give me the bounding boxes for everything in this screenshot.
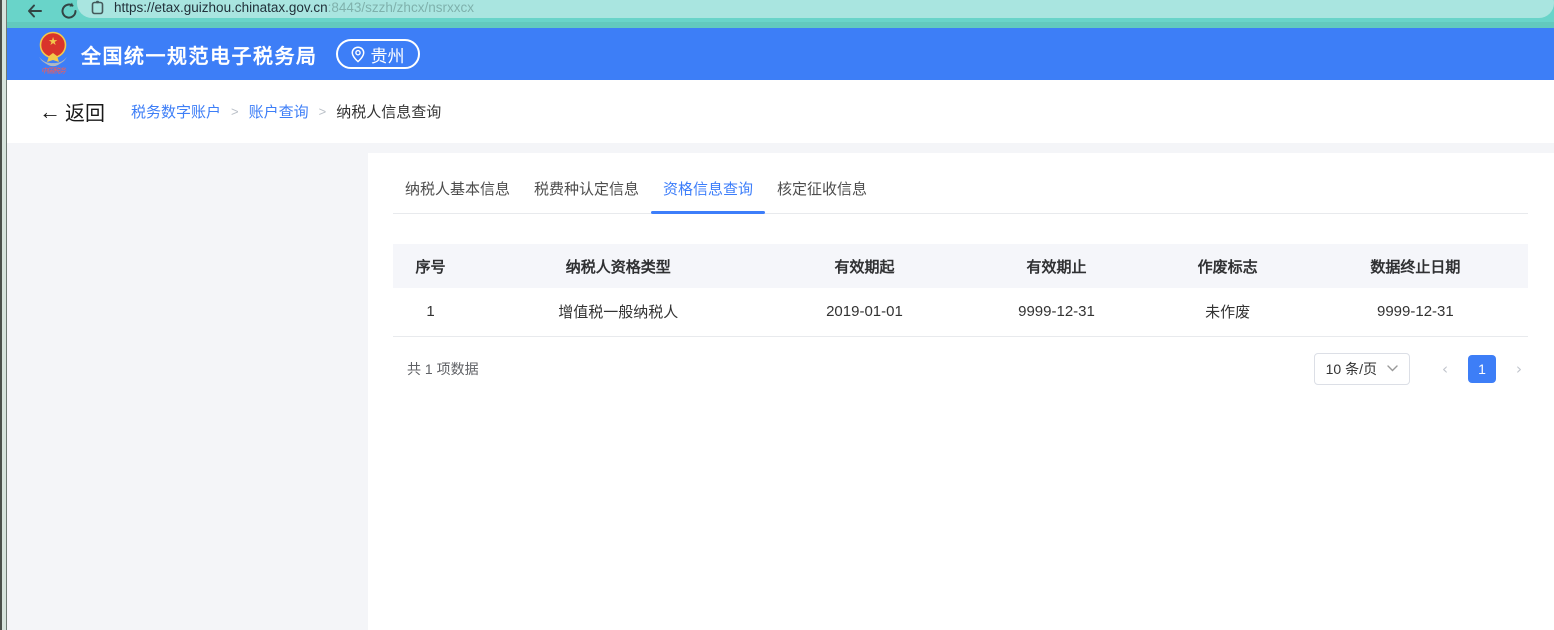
table-footer: 共 1 项数据 10 条/页 ‹ 1 › (393, 353, 1528, 385)
column-header-seq: 序号 (393, 244, 468, 288)
column-header-valid-to: 有效期止 (960, 244, 1152, 288)
cell-void-flag: 未作废 (1153, 288, 1303, 336)
url-domain: https://etax.guizhou.chinatax.gov.cn (114, 0, 328, 15)
column-header-data-end-date: 数据终止日期 (1303, 244, 1528, 288)
breadcrumb-item-digital-account[interactable]: 税务数字账户 (131, 101, 221, 122)
back-arrow-icon: ← (39, 101, 61, 123)
tab-tax-type-confirmation[interactable]: 税费种认定信息 (522, 167, 651, 213)
national-emblem-logo: ★ 中国税务 (35, 31, 71, 77)
cell-valid-from: 2019-01-01 (768, 288, 960, 336)
total-count-text: 共 1 项数据 (393, 359, 479, 379)
previous-page-button[interactable]: ‹ (1436, 360, 1454, 378)
site-title: 全国统一规范电子税务局 (81, 40, 318, 69)
tab-qualification-info[interactable]: 资格信息查询 (651, 167, 765, 213)
back-button[interactable]: ← 返回 (39, 97, 105, 126)
tab-bar: 纳税人基本信息 税费种认定信息 资格信息查询 核定征收信息 (393, 167, 1528, 214)
browser-toolbar: https://etax.guizhou.chinatax.gov.cn:844… (7, 0, 1554, 22)
tab-taxpayer-basic-info[interactable]: 纳税人基本信息 (393, 167, 522, 213)
table-row: 1 增值税一般纳税人 2019-01-01 9999-12-31 未作废 999… (393, 288, 1528, 336)
back-button-label: 返回 (65, 97, 105, 126)
chevron-right-icon: > (231, 104, 239, 119)
back-icon[interactable] (25, 1, 45, 21)
page-size-select[interactable]: 10 条/页 (1314, 353, 1410, 385)
qualification-table: 序号 纳税人资格类型 有效期起 有效期止 作废标志 数据终止日期 1 增值税一般… (393, 244, 1528, 337)
pagination: 10 条/页 ‹ 1 › (1314, 353, 1528, 385)
location-label: 贵州 (371, 42, 405, 67)
page-button-1[interactable]: 1 (1468, 355, 1496, 383)
location-selector[interactable]: 贵州 (336, 39, 420, 69)
address-bar[interactable]: https://etax.guizhou.chinatax.gov.cn:844… (77, 0, 1554, 18)
chevron-right-icon: > (319, 104, 327, 119)
location-pin-icon (351, 46, 365, 63)
logo-caption: 中国税务 (35, 66, 71, 76)
svg-text:★: ★ (48, 36, 58, 48)
site-header: ★ 中国税务 全国统一规范电子税务局 贵州 (7, 28, 1554, 80)
table-header-row: 序号 纳税人资格类型 有效期起 有效期止 作废标志 数据终止日期 (393, 244, 1528, 288)
cell-qualification-type: 增值税一般纳税人 (468, 288, 768, 336)
main-panel: 纳税人基本信息 税费种认定信息 资格信息查询 核定征收信息 序号 纳税人资格类型… (368, 153, 1554, 630)
content-area: 纳税人基本信息 税费种认定信息 资格信息查询 核定征收信息 序号 纳税人资格类型… (7, 143, 1554, 630)
url-path: :8443/szzh/zhcx/nsrxxcx (328, 0, 474, 15)
cell-seq: 1 (393, 288, 468, 336)
chevron-down-icon (1387, 365, 1398, 372)
next-page-button[interactable]: › (1510, 360, 1528, 378)
url-text: https://etax.guizhou.chinatax.gov.cn:844… (114, 0, 474, 15)
cell-data-end-date: 9999-12-31 (1303, 288, 1528, 336)
column-header-valid-from: 有效期起 (768, 244, 960, 288)
tab-assessed-collection-info[interactable]: 核定征收信息 (765, 167, 879, 213)
breadcrumb-item-account-query[interactable]: 账户查询 (249, 101, 309, 122)
page-size-value: 10 条/页 (1326, 359, 1377, 379)
cell-valid-to: 9999-12-31 (960, 288, 1152, 336)
breadcrumb: 税务数字账户 > 账户查询 > 纳税人信息查询 (131, 101, 441, 122)
window-left-edge (0, 0, 7, 630)
breadcrumb-item-current: 纳税人信息查询 (336, 101, 441, 122)
breadcrumb-bar: ← 返回 税务数字账户 > 账户查询 > 纳税人信息查询 (7, 80, 1554, 143)
column-header-qualification-type: 纳税人资格类型 (468, 244, 768, 288)
browser-window: https://etax.guizhou.chinatax.gov.cn:844… (0, 0, 1554, 630)
page-info-icon[interactable] (91, 0, 104, 15)
column-header-void-flag: 作废标志 (1153, 244, 1303, 288)
refresh-icon[interactable] (59, 1, 79, 21)
